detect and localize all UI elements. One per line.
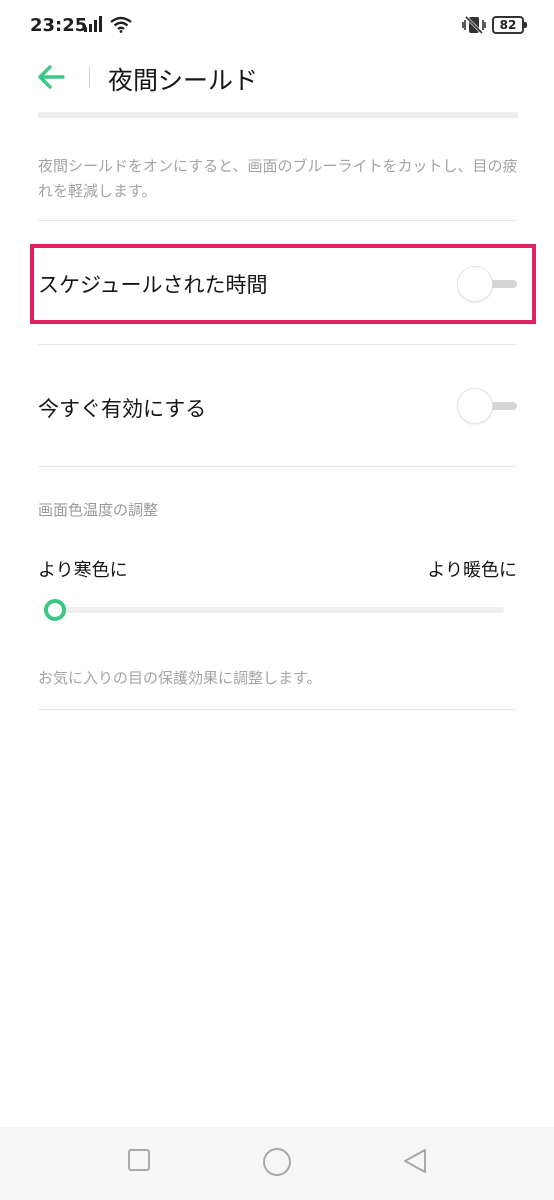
color-temperature-slider[interactable] — [42, 598, 504, 622]
vibrate-off-icon — [462, 15, 486, 35]
arrow-left-icon[interactable] — [36, 64, 66, 90]
scheduled-time-label[interactable]: スケジュールされた時間 — [38, 269, 268, 299]
divider — [38, 220, 516, 221]
slider-rail[interactable] — [52, 607, 504, 613]
navigation-bar — [0, 1127, 554, 1200]
scheduled-time-toggle[interactable] — [457, 264, 517, 304]
home-icon[interactable] — [262, 1147, 292, 1177]
signal-icon — [84, 16, 102, 32]
status-bar: 23:25 82 — [0, 0, 554, 52]
section-title: 画面色温度の調整 — [38, 501, 159, 519]
header-divider — [89, 66, 90, 88]
divider — [38, 709, 516, 710]
top-strip — [38, 112, 518, 118]
slider-thumb[interactable] — [44, 599, 66, 621]
wifi-icon — [110, 16, 132, 33]
divider — [38, 466, 516, 467]
toggle-knob — [457, 388, 493, 424]
enable-now-toggle[interactable] — [457, 386, 517, 426]
page-title: 夜間シールド — [108, 66, 259, 95]
description-text: 夜間シールドをオンにすると、画面のブルーライトをカットし、目の疲れを軽減します。 — [38, 157, 518, 200]
app-header: 夜間シールド — [0, 52, 554, 104]
enable-now-label[interactable]: 今すぐ有効にする — [38, 393, 206, 423]
footnote-text: お気に入りの目の保護効果に調整します。 — [38, 669, 322, 687]
toggle-knob — [457, 266, 493, 302]
warmer-label: より暖色に — [427, 560, 517, 581]
back-icon[interactable] — [402, 1148, 428, 1174]
cooler-label: より寒色に — [38, 560, 128, 581]
battery-icon: 82 — [492, 16, 527, 34]
status-time: 23:25 — [30, 15, 88, 36]
divider — [38, 344, 516, 345]
recent-apps-icon[interactable] — [127, 1148, 151, 1172]
